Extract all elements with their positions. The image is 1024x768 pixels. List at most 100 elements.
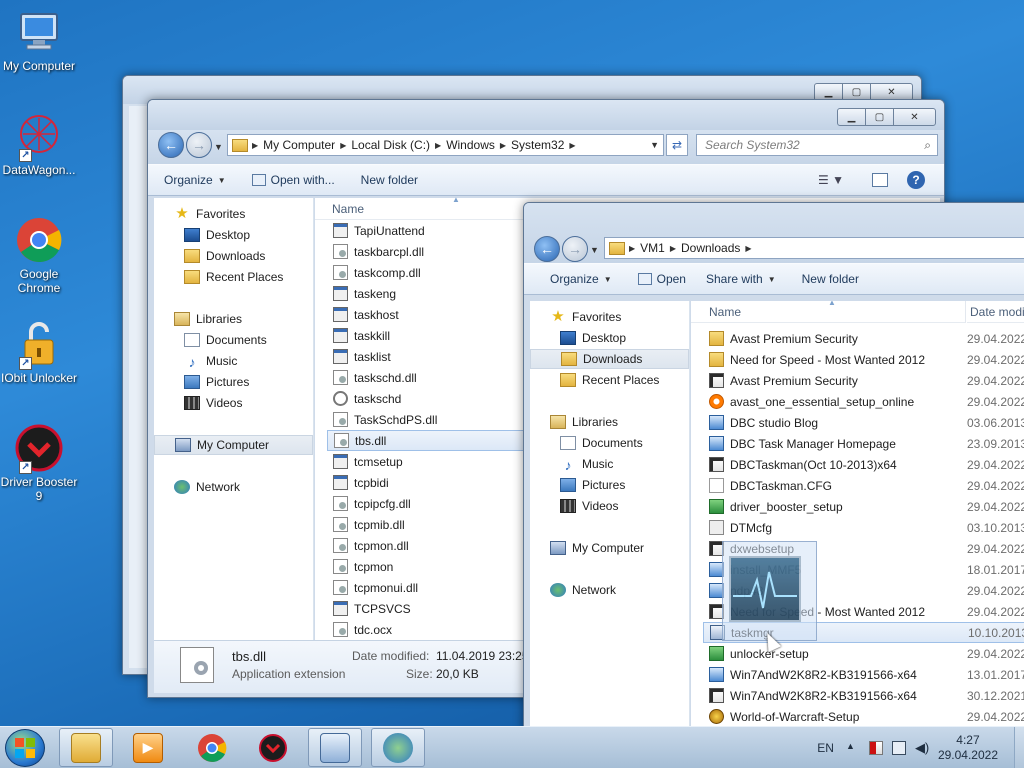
search-input[interactable]: Search System32 ⌕ [696, 134, 938, 156]
nav-desktop[interactable]: Desktop [154, 225, 313, 245]
taskbar-media-player-button[interactable]: ▶ [121, 728, 175, 767]
address-history-dropdown[interactable]: ▼ [650, 140, 659, 150]
file-row[interactable]: DBC Task Manager Homepage 23.09.2013 [703, 433, 1024, 454]
file-row[interactable]: tcpmonui.dll [327, 577, 527, 598]
taskbar-chrome-button[interactable] [185, 728, 239, 767]
file-row[interactable]: taskschd [327, 388, 527, 409]
file-row[interactable]: taskbarcpl.dll [327, 241, 527, 262]
file-row[interactable]: avast_one_essential_setup_online 29.04.20… [703, 391, 1024, 412]
nav-recent-places[interactable]: Recent Places [530, 370, 689, 390]
action-center-flag-icon[interactable] [868, 741, 883, 755]
recent-pages-dropdown[interactable]: ▼ [214, 142, 223, 152]
taskbar-network-app-button[interactable] [371, 728, 425, 767]
file-row[interactable]: tcpmib.dll [327, 514, 527, 535]
open-button[interactable]: Open [637, 272, 686, 286]
address-bar[interactable]: ▶ My Computer ▶ Local Disk (C:) ▶ Window… [227, 134, 664, 156]
recent-pages-dropdown[interactable]: ▼ [590, 245, 599, 255]
new-folder-button[interactable]: New folder [802, 272, 859, 286]
file-row[interactable]: tcpmon.dll [327, 535, 527, 556]
start-button[interactable] [5, 729, 45, 767]
show-desktop-button[interactable] [1014, 727, 1024, 768]
file-row[interactable]: tcpbidi [327, 472, 527, 493]
clock[interactable]: 4:27 29.04.2022 [938, 733, 998, 763]
organize-button[interactable]: Organize ▼ [550, 272, 612, 286]
file-row[interactable]: taskhost [327, 304, 527, 325]
forward-button[interactable]: → [562, 236, 588, 262]
address-bar[interactable]: ▶ VM1 ▶ Downloads ▶ [604, 237, 1024, 259]
file-row[interactable]: taskschd.dll [327, 367, 527, 388]
file-row[interactable]: World-of-Warcraft-Setup 29.04.2022 [703, 706, 1024, 727]
breadcrumb-vm1[interactable]: VM1 [640, 241, 665, 255]
file-row[interactable]: tbs.dll [327, 430, 527, 451]
refresh-button[interactable]: ⇄ [666, 134, 688, 156]
nav-documents[interactable]: Documents [530, 433, 689, 453]
nav-music[interactable]: ♪ Music [530, 454, 689, 474]
column-header-date-modified[interactable]: Date modi [967, 301, 1024, 323]
nav-network[interactable]: Network [154, 477, 313, 497]
volume-icon[interactable]: ◀) [915, 741, 929, 755]
new-folder-button[interactable]: New folder [361, 173, 418, 187]
nav-videos[interactable]: Videos [530, 496, 689, 516]
file-row[interactable]: driver_booster_setup 29.04.2022 [703, 496, 1024, 517]
file-row[interactable]: TapiUnattend [327, 220, 527, 241]
file-row[interactable]: taskcomp.dll [327, 262, 527, 283]
breadcrumb-system32[interactable]: System32 [511, 138, 564, 152]
taskbar-driver-booster-button[interactable] [246, 728, 300, 767]
nav-my-computer[interactable]: My Computer [530, 538, 689, 558]
file-row[interactable]: tasklist [327, 346, 527, 367]
nav-favorites[interactable]: ★ Favorites [154, 204, 313, 224]
forward-button[interactable]: → [186, 132, 212, 158]
nav-desktop[interactable]: Desktop [530, 328, 689, 348]
breadcrumb-downloads[interactable]: Downloads [681, 241, 740, 255]
nav-pictures[interactable]: Pictures [154, 372, 313, 392]
taskbar-explorer-button[interactable] [59, 728, 113, 767]
show-hidden-icons-icon[interactable]: ▲ [846, 741, 860, 755]
file-row[interactable]: DTMcfg 03.10.2013 [703, 517, 1024, 538]
nav-videos[interactable]: Videos [154, 393, 313, 413]
file-row[interactable]: tdc.ocx [327, 619, 527, 640]
share-with-button[interactable]: Share with ▼ [706, 272, 776, 286]
downloads-explorer-window[interactable]: ← → ▼ ▶ VM1 ▶ Downloads ▶ Organize ▼ Open… [523, 202, 1024, 732]
desktop-icon-driver-booster[interactable]: ↗ Driver Booster 9 [0, 424, 78, 503]
desktop-icon-my-computer[interactable]: My Computer [0, 8, 78, 73]
file-row[interactable]: Avast Premium Security 29.04.2022 [703, 328, 1024, 349]
file-row[interactable]: unlocker-setup 29.04.2022 [703, 643, 1024, 664]
file-row[interactable]: TaskSchdPS.dll [327, 409, 527, 430]
nav-network[interactable]: Network [530, 580, 689, 600]
breadcrumb-local-disk[interactable]: Local Disk (C:) [351, 138, 430, 152]
file-row[interactable]: TCPSVCS [327, 598, 527, 619]
breadcrumb-my-computer[interactable]: My Computer [263, 138, 335, 152]
minimize-button[interactable]: ▁ [837, 108, 866, 126]
file-row[interactable]: Avast Premium Security 29.04.2022 [703, 370, 1024, 391]
help-icon[interactable]: ? [907, 171, 925, 189]
nav-my-computer[interactable]: My Computer [154, 435, 313, 455]
maximize-button[interactable]: ▢ [865, 108, 894, 126]
file-row[interactable]: taskeng [327, 283, 527, 304]
file-row[interactable]: DBCTaskman(Oct 10-2013)x64 29.04.2022 [703, 454, 1024, 475]
file-row[interactable]: Win7AndW2K8R2-KB3191566-x64 13.01.2017 [703, 664, 1024, 685]
desktop-icon-datawagon[interactable]: ↗ DataWagon... [0, 112, 78, 177]
column-header-name[interactable]: Name ▲ [691, 301, 966, 323]
taskbar-task-manager-button[interactable] [308, 728, 362, 767]
file-row[interactable]: Win7AndW2K8R2-KB3191566-x64 30.12.2021 [703, 685, 1024, 706]
file-row[interactable]: taskkill [327, 325, 527, 346]
nav-music[interactable]: ♪ Music [154, 351, 313, 371]
desktop-icon-iobit-unlocker[interactable]: ↗ IObit Unlocker [0, 320, 78, 385]
back-button[interactable]: ← [158, 132, 184, 158]
nav-libraries[interactable]: Libraries [530, 412, 689, 432]
network-icon[interactable] [891, 741, 906, 755]
nav-recent-places[interactable]: Recent Places [154, 267, 313, 287]
close-button[interactable]: ✕ [893, 108, 936, 126]
breadcrumb-windows[interactable]: Windows [446, 138, 495, 152]
nav-downloads[interactable]: Downloads [530, 349, 689, 369]
nav-libraries[interactable]: Libraries [154, 309, 313, 329]
nav-downloads[interactable]: Downloads [154, 246, 313, 266]
nav-favorites[interactable]: ★ Favorites [530, 307, 689, 327]
view-options-button[interactable]: ☰ ▼ [818, 173, 844, 187]
file-row[interactable]: Need for Speed - Most Wanted 2012 29.04.2… [703, 349, 1024, 370]
desktop-icon-chrome[interactable]: Google Chrome [0, 216, 78, 295]
nav-documents[interactable]: Documents [154, 330, 313, 350]
organize-button[interactable]: Organize ▼ [164, 173, 226, 187]
file-row[interactable]: DBCTaskman.CFG 29.04.2022 [703, 475, 1024, 496]
file-row[interactable]: tcpipcfg.dll [327, 493, 527, 514]
